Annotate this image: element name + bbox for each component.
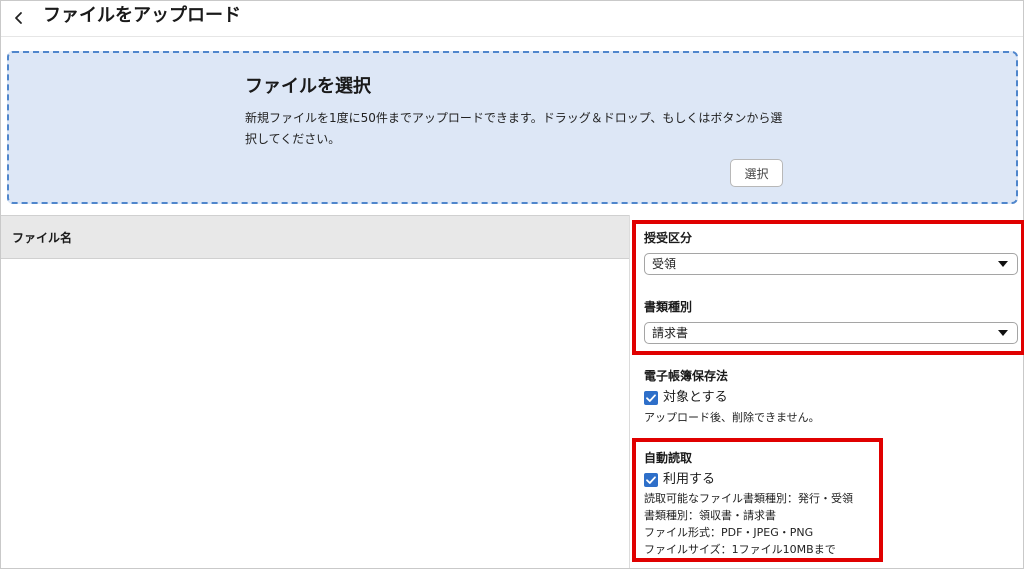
select-file-button[interactable]: 選択	[730, 159, 783, 187]
dropzone-description: 新規ファイルを1度に50件までアップロードできます。ドラッグ＆ドロップ、もしくは…	[245, 111, 783, 146]
page-title: ファイルをアップロード	[43, 5, 241, 26]
file-table: ファイル名	[1, 215, 629, 568]
checkmark-icon	[646, 394, 656, 402]
page-header: ファイルをアップロード	[1, 1, 1023, 37]
e-book-law-note: アップロード後、削除できません。	[644, 411, 820, 424]
checkmark-icon	[646, 476, 656, 484]
auto-read-note-2: 書類種別：領収書・請求書	[644, 509, 776, 522]
auto-read-checkbox[interactable]	[644, 473, 658, 487]
auto-read-note-4: ファイルサイズ：1ファイル10MBまで	[644, 543, 836, 556]
back-button[interactable]	[9, 5, 29, 29]
auto-read-note-3: ファイル形式：PDF・JPEG・PNG	[644, 526, 814, 539]
upload-page: ファイルをアップロード ファイルを選択 新規ファイルを1度に50件までアップロー…	[0, 0, 1024, 569]
auto-read-note-1: 読取可能なファイル書類種別：発行・受領	[644, 492, 853, 505]
auto-read-checkbox-label: 利用する	[663, 472, 716, 487]
transfer-type-select[interactable]: 受領	[644, 253, 1018, 275]
column-header-filename: ファイル名	[12, 231, 73, 245]
document-type-select[interactable]: 請求書	[644, 322, 1018, 344]
caret-down-icon	[998, 330, 1008, 336]
caret-down-icon	[998, 261, 1008, 267]
file-dropzone[interactable]: ファイルを選択 新規ファイルを1度に50件までアップロードできます。ドラッグ＆ド…	[7, 51, 1018, 204]
document-type-value: 請求書	[652, 326, 689, 340]
transfer-type-label: 授受区分	[644, 231, 693, 245]
e-book-law-checkbox[interactable]	[644, 391, 658, 405]
file-table-header: ファイル名	[1, 215, 629, 259]
auto-read-label: 自動読取	[644, 451, 693, 465]
transfer-type-value: 受領	[652, 257, 677, 271]
chevron-left-icon	[15, 12, 22, 24]
e-book-law-checkbox-label: 対象とする	[663, 390, 728, 405]
document-type-label: 書類種別	[644, 300, 693, 314]
dropzone-title: ファイルを選択	[245, 76, 371, 97]
e-book-law-label: 電子帳簿保存法	[644, 369, 729, 383]
